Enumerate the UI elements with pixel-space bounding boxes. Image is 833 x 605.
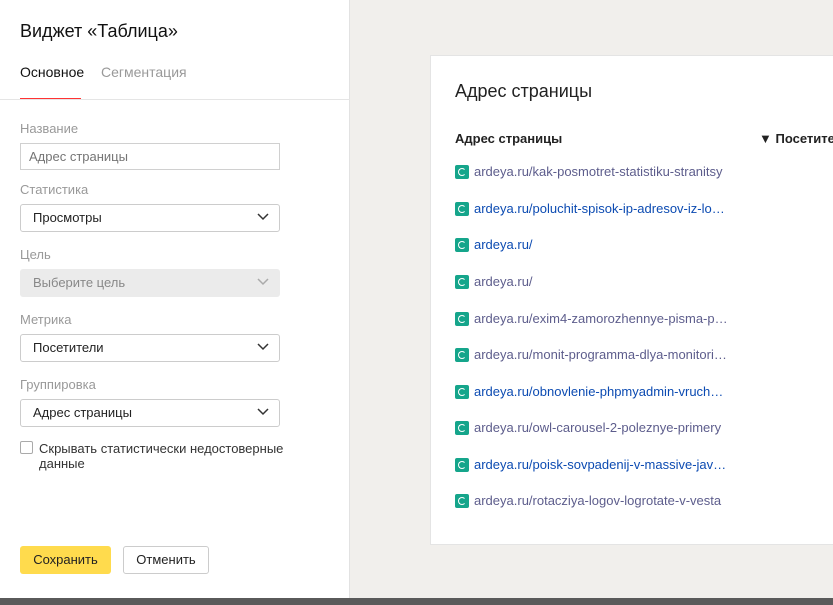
table-row: ardeya.ru/monit-programma-dlya-monitorin… — [455, 347, 735, 367]
site-favicon-icon — [455, 202, 469, 216]
grouping-select[interactable]: Адрес страницы — [20, 399, 280, 427]
site-favicon-icon — [455, 385, 469, 399]
table-row: ardeya.ru/ — [455, 274, 735, 294]
grouping-select-value: Адрес страницы — [33, 405, 132, 420]
column-header-page[interactable]: Адрес страницы — [455, 131, 562, 146]
widget-preview-card: Адрес страницы Адрес страницы ▼ Посетите… — [430, 55, 833, 545]
site-favicon-icon — [455, 312, 469, 326]
table-row: ardeya.ru/obnovlenie-phpmyadmin-vruchnuy… — [455, 384, 735, 404]
hide-unreliable-checkbox[interactable] — [20, 441, 33, 454]
table-row: ardeya.ru/poluchit-spisok-ip-adresov-iz-… — [455, 201, 735, 221]
site-favicon-icon — [455, 494, 469, 508]
chevron-down-icon — [257, 343, 269, 351]
preview-title: Адрес страницы — [455, 81, 593, 101]
grouping-label: Группировка — [20, 377, 96, 392]
tabs-divider — [0, 99, 350, 100]
site-favicon-icon — [455, 348, 469, 362]
page-url-link[interactable]: ardeya.ru/poluchit-spisok-ip-adresov-iz-… — [474, 201, 730, 217]
panel-title: Виджет «Таблица» — [20, 21, 178, 41]
statistics-select-value: Просмотры — [33, 210, 102, 225]
table-row: ardeya.ru/ — [455, 237, 735, 257]
statistics-select[interactable]: Просмотры — [20, 204, 280, 232]
page-url-link[interactable]: ardeya.ru/exim4-zamorozhennye-pisma-poch… — [474, 311, 730, 327]
site-favicon-icon — [455, 165, 469, 179]
chevron-down-icon — [257, 278, 269, 286]
table-row: ardeya.ru/kak-posmotret-statistiku-stran… — [455, 164, 735, 184]
widget-settings-panel: Виджет «Таблица» Основное Сегментация На… — [0, 0, 350, 605]
page-url-link[interactable]: ardeya.ru/owl-carousel-2-poleznye-primer… — [474, 420, 730, 436]
name-label: Название — [20, 121, 79, 136]
chevron-down-icon — [257, 408, 269, 416]
goal-select: Выберите цель — [20, 269, 280, 297]
page-url-link[interactable]: ardeya.ru/kak-posmotret-statistiku-stran… — [474, 164, 730, 180]
table-row: ardeya.ru/rotacziya-logov-logrotate-v-ve… — [455, 493, 735, 513]
site-favicon-icon — [455, 421, 469, 435]
metric-select[interactable]: Посетители — [20, 334, 280, 362]
tab-segmentation[interactable]: Сегментация — [101, 64, 187, 92]
cancel-button[interactable]: Отменить — [123, 546, 209, 574]
page-url-link[interactable]: ardeya.ru/ — [474, 237, 730, 253]
table-row: ardeya.ru/poisk-sovpadenij-v-massive-jav… — [455, 457, 735, 477]
site-favicon-icon — [455, 275, 469, 289]
hide-unreliable-label[interactable]: Скрывать статистически недостоверные дан… — [39, 441, 299, 471]
table-row: ardeya.ru/owl-carousel-2-poleznye-primer… — [455, 420, 735, 440]
tab-main[interactable]: Основное — [20, 64, 84, 92]
save-button[interactable]: Сохранить — [20, 546, 111, 574]
goal-select-value: Выберите цель — [33, 275, 126, 290]
page-url-link[interactable]: ardeya.ru/rotacziya-logov-logrotate-v-ve… — [474, 493, 730, 509]
statistics-label: Статистика — [20, 182, 89, 197]
goal-label: Цель — [20, 247, 51, 262]
column-header-visitors[interactable]: ▼ Посетители — [759, 131, 833, 146]
page-url-link[interactable]: ardeya.ru/obnovlenie-phpmyadmin-vruchnuy… — [474, 384, 730, 400]
page-url-link[interactable]: ardeya.ru/monit-programma-dlya-monitorin… — [474, 347, 730, 363]
metric-select-value: Посетители — [33, 340, 104, 355]
site-favicon-icon — [455, 458, 469, 472]
widget-name-input[interactable] — [20, 143, 280, 170]
metric-label: Метрика — [20, 312, 72, 327]
bottom-strip — [0, 598, 833, 605]
chevron-down-icon — [257, 213, 269, 221]
table-row: ardeya.ru/exim4-zamorozhennye-pisma-poch… — [455, 311, 735, 331]
page-url-link[interactable]: ardeya.ru/ — [474, 274, 730, 290]
site-favicon-icon — [455, 238, 469, 252]
page-url-link[interactable]: ardeya.ru/poisk-sovpadenij-v-massive-jav… — [474, 457, 730, 473]
